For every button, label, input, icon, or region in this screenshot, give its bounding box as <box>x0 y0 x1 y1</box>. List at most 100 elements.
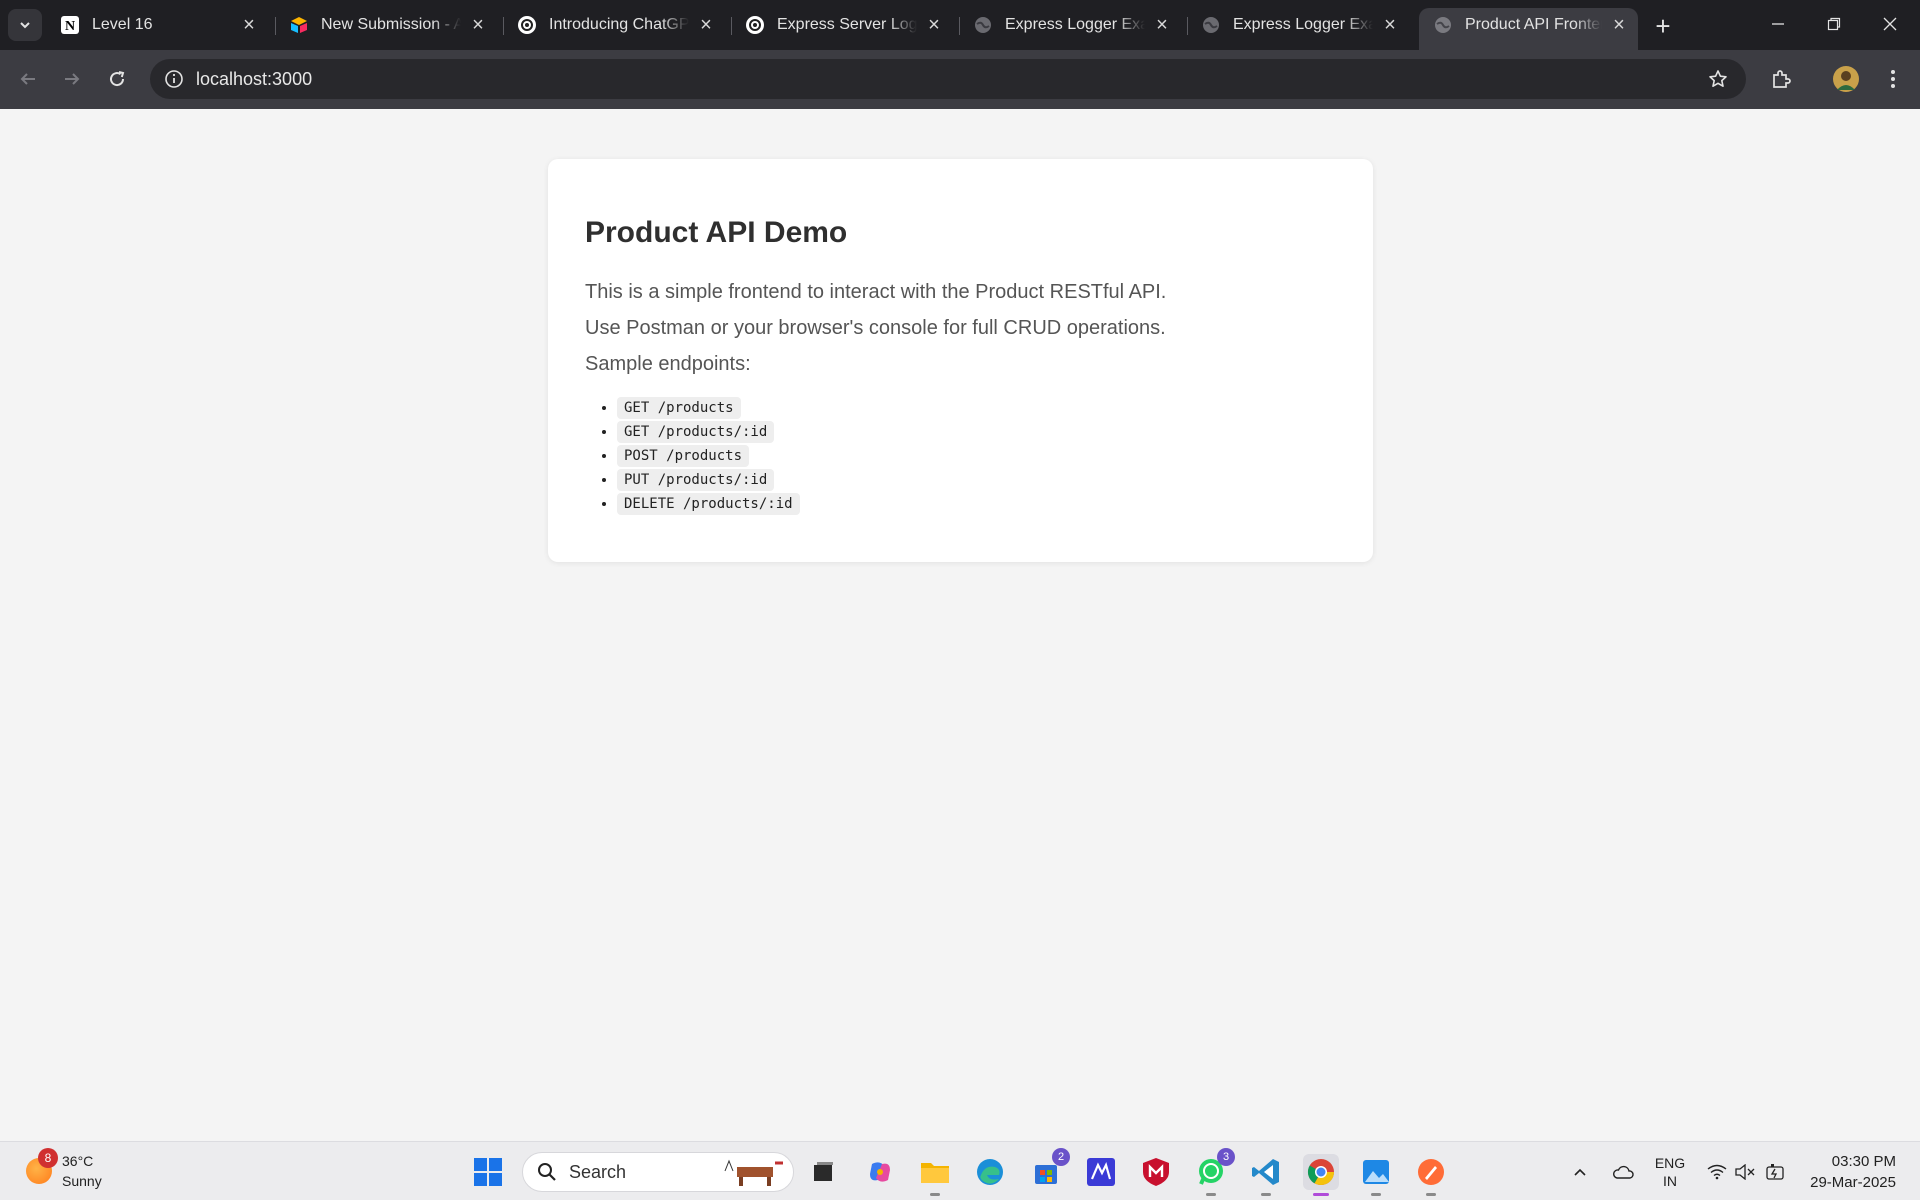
close-window-button[interactable] <box>1862 0 1918 48</box>
tray-onedrive[interactable] <box>1606 1142 1640 1200</box>
close-icon[interactable]: × <box>1606 12 1632 38</box>
shield-icon <box>1143 1158 1169 1186</box>
tab-title: Express Logger Example <box>1005 16 1145 33</box>
taskbar-edge[interactable] <box>972 1154 1008 1190</box>
battery-charging-icon <box>1766 1163 1784 1180</box>
bookmark-star-icon[interactable] <box>1706 67 1730 91</box>
tab-level-16[interactable]: N Level 16 × <box>46 8 268 42</box>
system-clock[interactable]: 03:30 PM 29-Mar-2025 <box>1800 1151 1896 1193</box>
reload-icon <box>110 71 125 87</box>
address-bar[interactable]: localhost:3000 <box>150 59 1746 99</box>
endpoints-label: Sample endpoints: <box>585 353 751 375</box>
taskbar-task-view[interactable] <box>805 1154 841 1190</box>
m-app-icon <box>1087 1158 1115 1186</box>
clock-date: 29-Mar-2025 <box>1810 1174 1896 1191</box>
back-button[interactable] <box>10 61 46 97</box>
tab-airtable[interactable]: New Submission - Airtable × <box>275 8 497 42</box>
tab-product-api-frontend[interactable]: Product API Frontend × <box>1419 8 1638 50</box>
running-indicator <box>1371 1193 1381 1196</box>
arrow-right-icon <box>65 73 80 85</box>
arrow-left-icon <box>20 73 35 85</box>
notion-icon: N <box>60 15 80 35</box>
clock-time: 03:30 PM <box>1831 1153 1896 1170</box>
copilot-icon <box>870 1162 890 1182</box>
taskbar-copilot[interactable] <box>862 1154 898 1190</box>
chevron-down-icon <box>20 22 30 29</box>
openai-icon <box>517 15 537 35</box>
forward-button[interactable] <box>54 61 90 97</box>
tab-express-logger-example-1[interactable]: Express Logger Example × <box>959 8 1181 42</box>
close-icon[interactable]: × <box>465 12 491 38</box>
tab-strip: N Level 16 × New Submission - Airtable ×… <box>0 0 1920 50</box>
chevron-up-icon <box>1574 1168 1586 1176</box>
taskbar-file-explorer[interactable] <box>917 1154 953 1196</box>
close-icon[interactable]: × <box>1377 12 1403 38</box>
cloud-icon <box>1613 1165 1634 1179</box>
puzzle-icon <box>1773 70 1791 88</box>
content-card: Product API Demo This is a simple fronte… <box>548 159 1373 562</box>
notification-badge: 8 <box>38 1148 58 1168</box>
tab-title: Introducing ChatGPT <box>549 16 689 33</box>
extensions-button[interactable] <box>1763 61 1799 97</box>
globe-icon <box>973 15 993 35</box>
start-button[interactable] <box>470 1154 506 1190</box>
tab-express-server-logging[interactable]: Express Server Logging × <box>731 8 953 42</box>
tab-title: Product API Frontend <box>1465 16 1602 33</box>
weather-temp: 36°C <box>62 1153 94 1169</box>
list-item: DELETE /products/:id <box>617 492 1336 516</box>
tab-title: Express Logger Example <box>1233 16 1373 33</box>
search-highlight-illustration-icon <box>724 1159 783 1186</box>
tray-wifi[interactable] <box>1704 1142 1730 1200</box>
taskbar-store[interactable]: 2 <box>1028 1148 1070 1190</box>
postman-icon <box>1418 1159 1444 1185</box>
minimize-button[interactable] <box>1750 0 1806 48</box>
taskbar-vscode[interactable] <box>1248 1154 1284 1196</box>
close-icon[interactable]: × <box>236 12 262 38</box>
tab-search-button[interactable] <box>8 9 42 41</box>
running-indicator <box>1261 1193 1271 1196</box>
taskbar-postman[interactable] <box>1413 1154 1449 1196</box>
taskbar-search[interactable]: Search <box>522 1152 794 1192</box>
tray-language[interactable]: ENG IN <box>1648 1142 1692 1200</box>
weather-condition: Sunny <box>62 1173 102 1189</box>
close-icon[interactable]: × <box>1149 12 1175 38</box>
site-info-icon[interactable] <box>162 67 186 91</box>
tab-chatgpt[interactable]: Introducing ChatGPT × <box>503 8 725 42</box>
taskbar: 8 36°C Sunny Search 2 3 ENG IN 03:30 PM … <box>0 1141 1920 1200</box>
airtable-icon <box>289 15 309 35</box>
edge-icon <box>977 1159 1003 1185</box>
list-item: POST /products <box>617 444 1336 468</box>
taskbar-chrome[interactable] <box>1303 1154 1339 1196</box>
language-region: IN <box>1663 1172 1677 1189</box>
browser-menu-button[interactable] <box>1875 61 1911 97</box>
running-indicator <box>1426 1193 1436 1196</box>
taskbar-mcafee[interactable] <box>1138 1154 1174 1190</box>
close-icon[interactable]: × <box>921 12 947 38</box>
globe-icon <box>1433 15 1453 35</box>
endpoint-code: POST /products <box>617 445 750 467</box>
tray-volume[interactable] <box>1732 1142 1758 1200</box>
taskbar-photos[interactable] <box>1358 1154 1394 1196</box>
taskbar-whatsapp[interactable]: 3 <box>1193 1148 1235 1196</box>
endpoint-code: PUT /products/:id <box>617 469 775 491</box>
tab-title: Express Server Logging <box>777 16 917 33</box>
restore-button[interactable] <box>1806 0 1862 48</box>
running-indicator <box>1313 1193 1329 1196</box>
tray-battery[interactable] <box>1762 1142 1790 1200</box>
search-icon <box>538 1163 556 1181</box>
new-tab-button[interactable]: + <box>1648 11 1678 41</box>
search-label: Search <box>569 1161 627 1182</box>
volume-muted-icon <box>1735 1163 1755 1180</box>
folder-icon <box>921 1163 949 1183</box>
tab-express-logger-example-2[interactable]: Express Logger Example × <box>1187 8 1409 42</box>
endpoint-code: DELETE /products/:id <box>617 493 800 515</box>
page-title: Product API Demo <box>585 216 848 249</box>
profile-avatar[interactable] <box>1828 61 1864 97</box>
taskbar-app-m[interactable] <box>1083 1154 1119 1190</box>
close-icon[interactable]: × <box>693 12 719 38</box>
tray-overflow-button[interactable] <box>1568 1142 1592 1200</box>
reload-button[interactable] <box>99 61 135 97</box>
avatar-icon <box>1833 66 1859 92</box>
weather-widget[interactable]: 8 36°C Sunny <box>26 1148 102 1191</box>
usage-paragraph: Use Postman or your browser's console fo… <box>585 317 1166 339</box>
